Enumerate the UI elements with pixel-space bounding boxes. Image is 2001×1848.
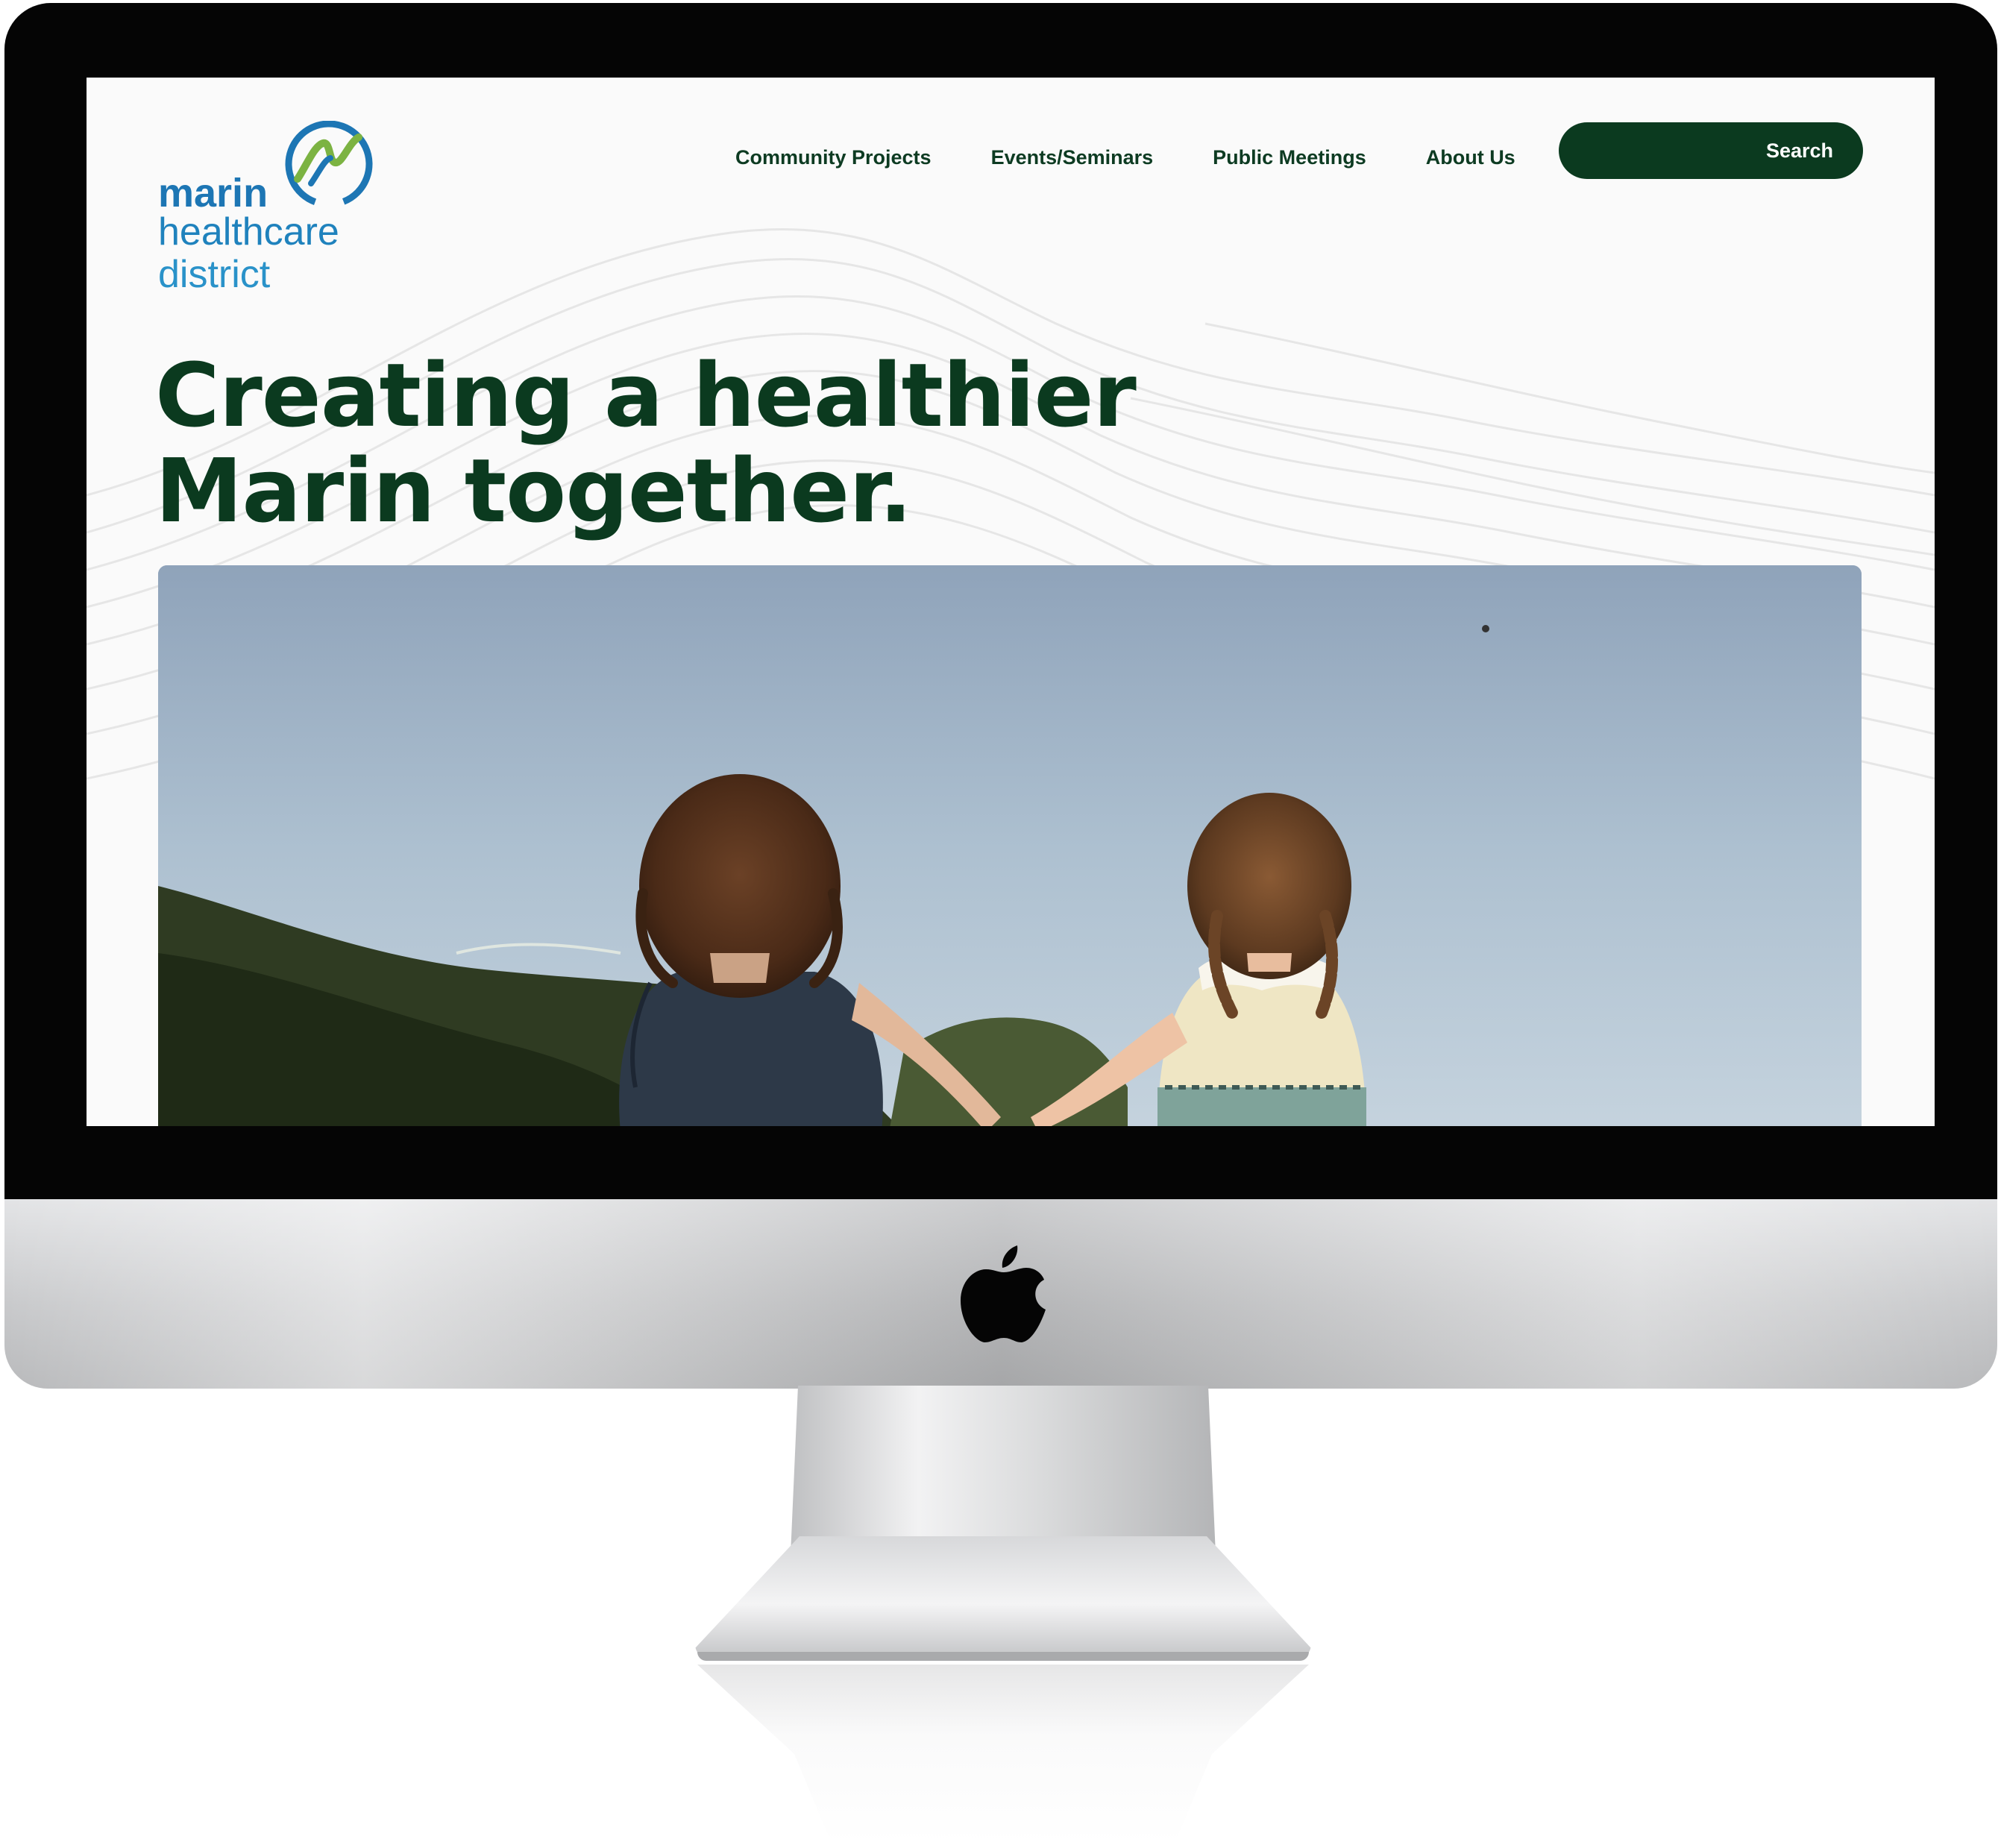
stand-reflection — [697, 1665, 1309, 1844]
children-on-hill-illustration — [158, 565, 1862, 1126]
hero-headline-line-2: Marin together. — [155, 439, 912, 542]
search-button[interactable]: Search — [1559, 122, 1863, 179]
search-button-label: Search — [1765, 139, 1833, 162]
site-logo[interactable]: marin healthcare district — [158, 121, 404, 307]
hero-headline: Creating a healthier Marin together. — [155, 344, 1137, 542]
main-navigation: Community Projects Events/Seminars Publi… — [735, 128, 1575, 186]
logo-text-healthcare: healthcare — [158, 210, 339, 254]
stand-foot-edge — [697, 1652, 1309, 1661]
imac-device: marin healthcare district Community Proj… — [4, 3, 1997, 1389]
hero-photo — [158, 565, 1862, 1126]
nav-public-meetings[interactable]: Public Meetings — [1213, 146, 1366, 169]
nav-about-us[interactable]: About Us — [1426, 146, 1515, 169]
nav-community-projects[interactable]: Community Projects — [735, 146, 932, 169]
website-screen: marin healthcare district Community Proj… — [87, 78, 1935, 1126]
logo-text-marin: marin — [158, 171, 268, 216]
apple-logo-icon — [961, 1245, 1046, 1342]
logo-mark-icon — [285, 121, 373, 208]
logo-text-district: district — [158, 253, 271, 296]
nav-events-seminars[interactable]: Events/Seminars — [991, 146, 1154, 169]
hero-headline-line-1: Creating a healthier — [155, 344, 1137, 447]
stand-foot — [695, 1536, 1311, 1659]
